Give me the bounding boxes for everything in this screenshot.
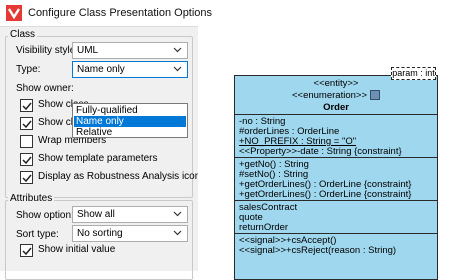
checkmark-icon [22, 120, 32, 129]
chevron-down-icon [173, 211, 182, 217]
app-logo-icon [6, 5, 22, 21]
preview-panel: param : int <<entity>> <<enumeration>> O… [198, 26, 474, 280]
reception-row: <<signal>>+csReject(reason : String) [239, 245, 397, 256]
literal-row: returnOrder [239, 222, 289, 233]
checkmark-icon [22, 156, 32, 165]
chevron-down-icon [173, 230, 182, 236]
enumeration-icon [370, 90, 380, 100]
dialog-window: Configure Class Presentation Options Cla… [0, 0, 474, 280]
chevron-down-icon [173, 66, 182, 72]
compartment-divider [235, 157, 437, 158]
visibility-style-select[interactable]: UML [72, 42, 188, 59]
checkbox-box [20, 153, 33, 166]
checkbox-box [20, 117, 33, 130]
checkbox-box [20, 244, 33, 257]
class-name: Order [323, 102, 349, 113]
chevron-down-icon [173, 47, 182, 53]
attributes-group-label: Attributes [8, 193, 55, 204]
divider [0, 26, 198, 27]
sort-type-select[interactable]: No sorting [72, 225, 188, 242]
show-option-label: Show option: [16, 210, 74, 221]
compartment-divider [235, 200, 437, 201]
checkbox-box [20, 99, 33, 112]
show-option-select[interactable]: Show all [72, 206, 188, 223]
checkbox-label: Display as Robustness Analysis icon [38, 171, 201, 182]
show-owner-label: Show owner: [16, 83, 74, 94]
checkbox-box [20, 135, 33, 148]
checkbox-label: Show template parameters [38, 153, 158, 164]
window-title: Configure Class Presentation Options [28, 7, 213, 19]
visibility-style-label: Visibility style: [16, 45, 79, 56]
display-robustness-icon-checkbox[interactable]: Display as Robustness Analysis icon [20, 171, 200, 184]
attribute-row: <<Property>>-date : String {constraint} [239, 146, 402, 157]
checkbox-label: Show initial value [38, 244, 116, 255]
title-bar: Configure Class Presentation Options [0, 0, 474, 26]
checkmark-icon [22, 174, 32, 183]
enumeration-stereotype-row: <<enumeration>> [235, 90, 437, 101]
options-panel: Class Visibility style: UML Type: Name o… [0, 26, 200, 280]
enumeration-stereotype: <<enumeration>> [291, 90, 367, 101]
visibility-style-value: UML [77, 45, 99, 56]
show-template-parameters-checkbox[interactable]: Show template parameters [20, 153, 190, 166]
class-group-label: Class [8, 29, 38, 40]
compartment-divider [235, 114, 437, 115]
type-option-fully-qualified[interactable]: Fully-qualified [74, 105, 186, 116]
type-dropdown-list: Fully-qualified Name only Relative [72, 103, 188, 138]
sort-type-value: No sorting [77, 228, 123, 239]
operation-row: +getOrderLines() : OrderLine {constraint… [239, 189, 412, 200]
checkbox-box [20, 171, 33, 184]
checkmark-icon [22, 247, 32, 256]
class-preview-shape: <<entity>> <<enumeration>> Order -no : S… [234, 75, 438, 280]
checkmark-icon [22, 102, 32, 111]
type-label: Type: [16, 64, 41, 75]
type-value: Name only [77, 64, 125, 75]
sort-type-label: Sort type: [16, 229, 59, 240]
show-class-checkbox[interactable]: Show class [20, 99, 89, 112]
show-option-value: Show all [77, 209, 115, 220]
template-parameter-box: param : int [391, 67, 436, 80]
type-option-relative[interactable]: Relative [74, 127, 186, 138]
show-initial-value-checkbox[interactable]: Show initial value [20, 244, 140, 257]
type-select[interactable]: Name only [72, 61, 188, 78]
compartment-divider [235, 233, 437, 234]
type-option-name-only[interactable]: Name only [74, 116, 186, 127]
